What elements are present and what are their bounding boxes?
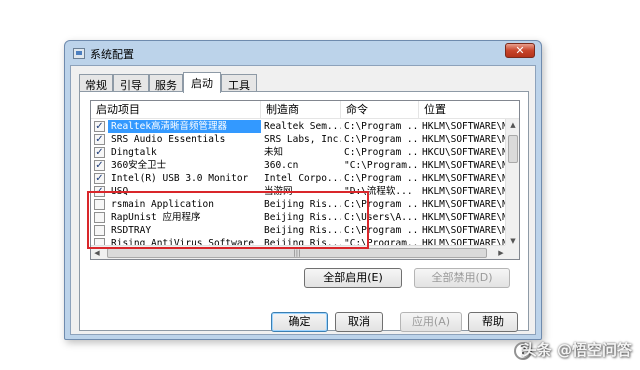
cell-startup-item: RSDTRAY (111, 225, 152, 236)
cell-manufacturer: SRS Labs, Inc. (264, 134, 341, 145)
cell-startup-item: Dingtalk (111, 147, 157, 158)
table-row[interactable]: ✓ Dingtalk 未知 C:\Program ...HKCU\SOFTWARE\M… (91, 146, 505, 159)
tab-boot[interactable]: 引导 (113, 74, 149, 92)
ok-button[interactable]: 确定 (271, 312, 328, 332)
cell-location: HKLM\SOFTWARE\M... (422, 225, 505, 236)
tab-services[interactable]: 服务 (149, 74, 183, 92)
row-checkbox[interactable]: ✓ (94, 147, 105, 158)
cell-location: HKLM\SOFTWARE\M... (422, 134, 505, 145)
cell-command: C:\Program ... (344, 173, 419, 184)
cell-command: "C:\Program... (344, 160, 419, 171)
watermark: 头条 @悟空问答 (521, 341, 632, 359)
system-config-icon (73, 48, 85, 59)
table-row[interactable]: ✓ SRS Audio Essentials SRS Labs, Inc. C:\Pr… (91, 133, 505, 146)
row-checkbox[interactable] (94, 212, 105, 223)
row-checkbox[interactable]: ✓ (94, 121, 105, 132)
dialog-body: 常规 引导 服务 启动 工具 启动项目 制造商 命令 位置 ✓ Realtek高清… (70, 65, 536, 335)
row-checkbox[interactable]: ✓ (94, 134, 105, 145)
vertical-scrollbar[interactable]: ▲ ▼ (505, 119, 519, 247)
scroll-left-icon[interactable]: ◀ (91, 246, 103, 259)
cell-startup-item: Realtek高清晰音频管理器 (108, 120, 261, 133)
startup-tab-page: 启动项目 制造商 命令 位置 ✓ Realtek高清晰音频管理器 Realtek S… (79, 91, 529, 331)
title-bar[interactable]: 系统配置 ✕ (65, 41, 541, 65)
table-row[interactable]: RapUnist 应用程序 Beijing Ris... C:\Users\A...… (91, 211, 505, 224)
cell-command: "D:\流程软... (344, 186, 413, 197)
cell-manufacturer: Beijing Ris... (264, 225, 341, 236)
cell-command: C:\Program ... (344, 225, 419, 236)
table-row[interactable]: ✓ USQ 当游网 "D:\流程软... HKLM\SOFTWARE\M... (91, 185, 505, 198)
cell-location: HKCU\SOFTWARE\M... (422, 147, 505, 158)
column-header-startup-item[interactable]: 启动项目 (91, 101, 261, 119)
row-checkbox[interactable]: ✓ (94, 160, 105, 171)
list-header: 启动项目 制造商 命令 位置 (91, 101, 519, 119)
tab-general[interactable]: 常规 (79, 74, 113, 92)
horizontal-scroll-thumb[interactable]: ||| (107, 248, 487, 258)
startup-rows: ✓ Realtek高清晰音频管理器 Realtek Sem... C:\Program… (91, 120, 505, 259)
cell-startup-item: Intel(R) USB 3.0 Monitor (111, 173, 249, 184)
cell-startup-item: rsmain Application (111, 199, 214, 210)
cell-command: C:\Program ... (344, 121, 419, 132)
cell-location: HKLM\SOFTWARE\M... (422, 173, 505, 184)
table-row[interactable]: ✓ Intel(R) USB 3.0 Monitor Intel Corpo... C… (91, 172, 505, 185)
cell-manufacturer: 未知 (264, 147, 284, 158)
window-title: 系统配置 (90, 48, 134, 61)
column-header-command[interactable]: 命令 (341, 101, 419, 119)
cell-location: HKLM\SOFTWARE\M... (422, 160, 505, 171)
cell-startup-item: 360安全卫士 (111, 160, 167, 171)
tab-tools[interactable]: 工具 (221, 74, 257, 92)
row-checkbox[interactable]: ✓ (94, 173, 105, 184)
cell-startup-item: RapUnist 应用程序 (111, 212, 201, 223)
cell-manufacturer: Beijing Ris... (264, 199, 341, 210)
cell-location: HKLM\SOFTWARE\M... (422, 186, 505, 197)
table-row[interactable]: ✓ Realtek高清晰音频管理器 Realtek Sem... C:\Program… (91, 120, 505, 133)
cell-location: HKLM\SOFTWARE\M... (422, 199, 505, 210)
disable-all-button[interactable]: 全部禁用(D) (414, 268, 510, 288)
table-row[interactable]: RSDTRAY Beijing Ris... C:\Program ... HKLM\… (91, 224, 505, 237)
table-row[interactable]: rsmain Application Beijing Ris... C:\Progr… (91, 198, 505, 211)
system-config-window: 系统配置 ✕ 常规 引导 服务 启动 工具 启动项目 制造商 命令 位置 ✓ Re… (64, 40, 542, 340)
row-checkbox[interactable] (94, 225, 105, 236)
scroll-up-icon[interactable]: ▲ (506, 119, 519, 131)
cell-manufacturer: 当游网 (264, 186, 293, 197)
tab-startup[interactable]: 启动 (183, 72, 221, 93)
scroll-corner (505, 245, 519, 259)
row-checkbox[interactable]: ✓ (94, 186, 105, 197)
cancel-button[interactable]: 取消 (335, 312, 383, 332)
cell-location: HKLM\SOFTWARE\M... (422, 121, 505, 132)
cell-manufacturer: Beijing Ris... (264, 212, 341, 223)
cell-manufacturer: Intel Corpo... (264, 173, 341, 184)
help-button[interactable]: 帮助 (468, 312, 518, 332)
vertical-scroll-thumb[interactable] (508, 135, 518, 163)
cell-location: HKLM\SOFTWARE\M... (422, 212, 505, 223)
cell-command: C:\Program ... (344, 199, 419, 210)
table-row[interactable]: ✓ 360安全卫士 360.cn "C:\Program... HKLM\SOFTWAR… (91, 159, 505, 172)
column-header-location[interactable]: 位置 (419, 101, 519, 119)
close-button[interactable]: ✕ (505, 43, 535, 58)
apply-button[interactable]: 应用(A) (400, 312, 462, 332)
column-header-manufacturer[interactable]: 制造商 (261, 101, 341, 119)
horizontal-scrollbar[interactable]: ◀ ||| ▶ (91, 245, 507, 259)
cell-manufacturer: Realtek Sem... (264, 121, 341, 132)
cell-startup-item: USQ (111, 186, 129, 197)
startup-list[interactable]: 启动项目 制造商 命令 位置 ✓ Realtek高清晰音频管理器 Realtek S… (90, 100, 520, 260)
row-checkbox[interactable] (94, 199, 105, 210)
enable-all-button[interactable]: 全部启用(E) (304, 268, 402, 288)
cell-command: C:\Program ... (344, 147, 419, 158)
cell-command: C:\Users\A... (344, 212, 419, 223)
cell-startup-item: SRS Audio Essentials (111, 134, 226, 145)
cell-command: C:\Program ... (344, 134, 419, 145)
cell-manufacturer: 360.cn (264, 160, 299, 171)
